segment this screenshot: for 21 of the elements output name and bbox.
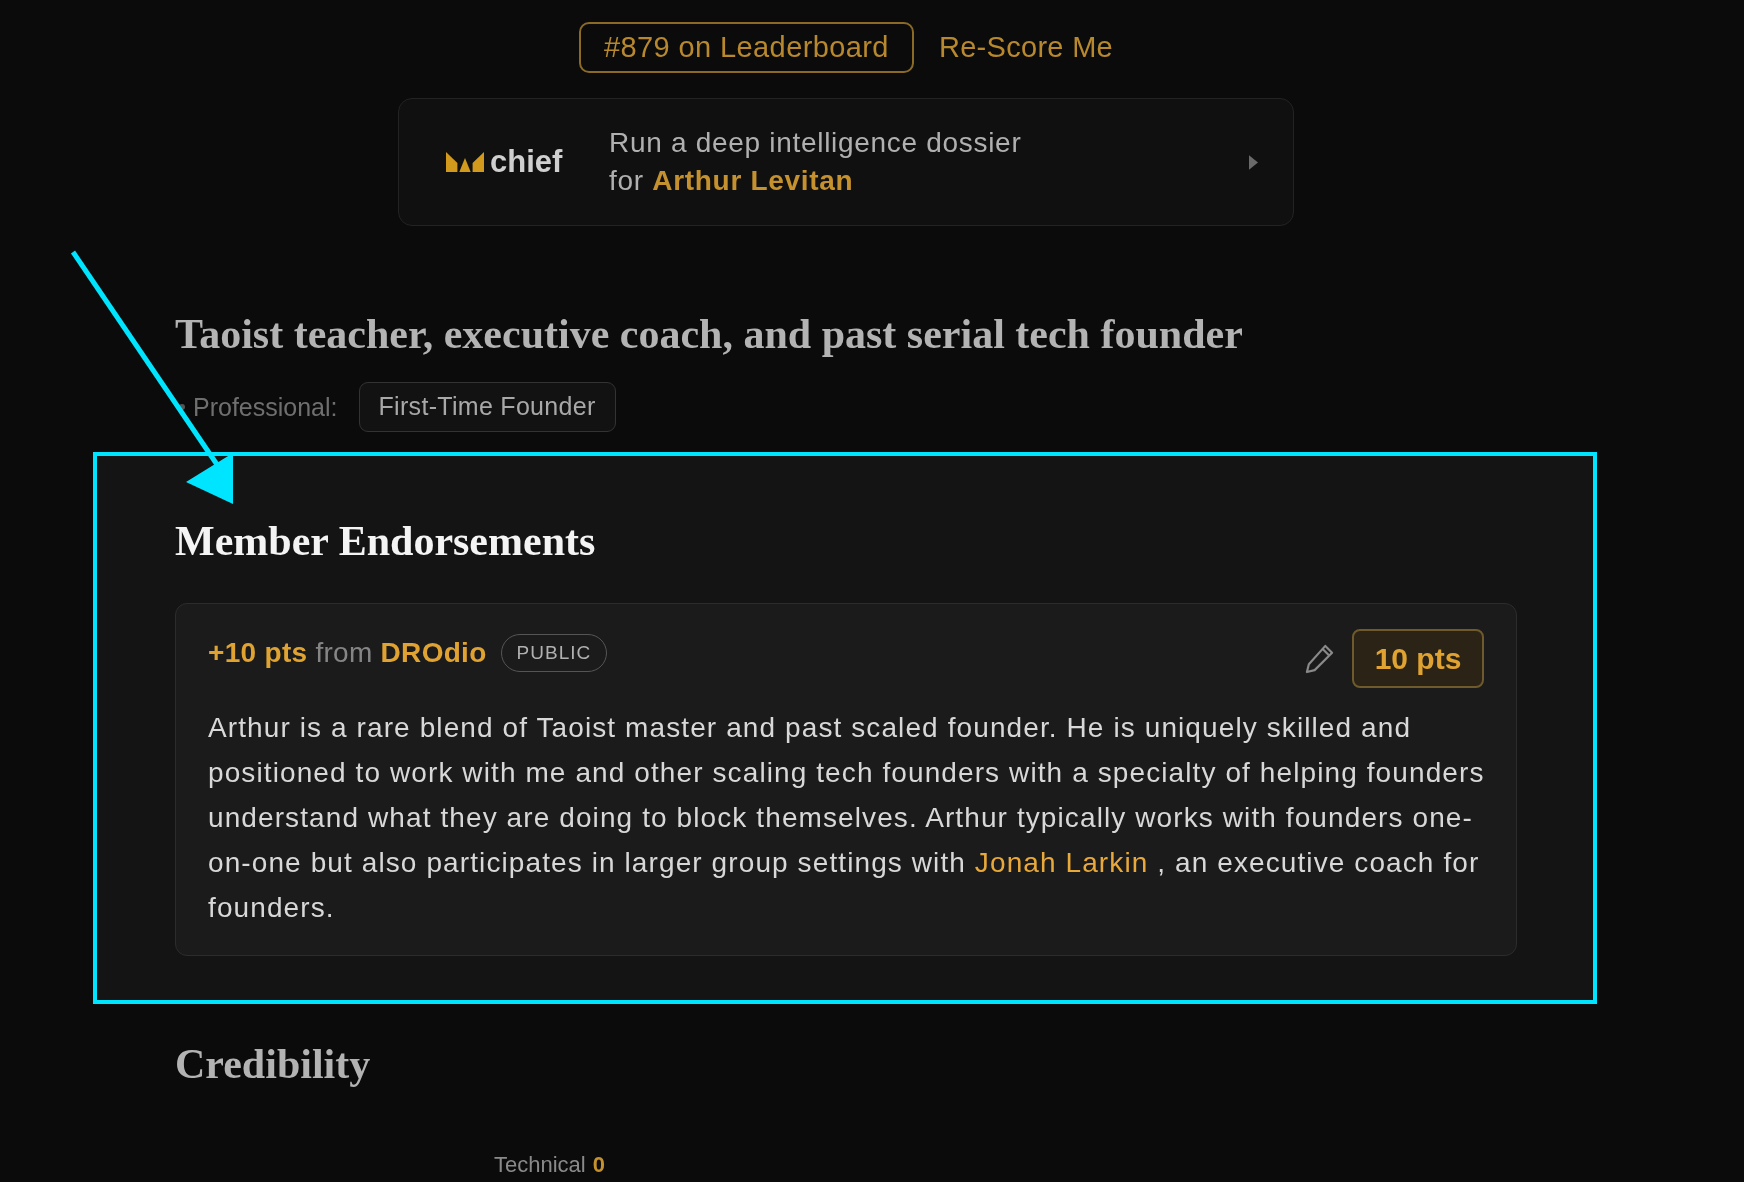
headline: Taoist teacher, executive coach, and past serial tech founder [175,310,1244,358]
author-link[interactable]: DROdio [380,636,487,668]
dossier-card[interactable]: chief Run a deep intelligence dossier for Arthur Levitan [398,98,1294,226]
tag-chip: First-Time Founder [358,382,616,432]
tag-category: Professional: [193,392,338,422]
score-label: Technical [494,1152,586,1178]
pencil-icon[interactable] [1304,643,1335,674]
section-title: Credibility [175,1040,372,1088]
score-value: 0 [592,1152,605,1178]
rescore-link[interactable]: Re-Score Me [938,31,1114,64]
section-title: Member Endorsements [175,517,597,565]
bullet-icon [179,404,185,410]
brand-name: chief [490,145,563,179]
endorsement-summary: +10 pts from DROdio [208,636,487,669]
dossier-text: Run a deep intelligence dossier for Arthur Levitan [609,126,1023,198]
person-link[interactable]: Jonah Larkin [974,847,1149,878]
points-button[interactable]: 10 pts [1352,629,1484,688]
leaderboard-rank-button[interactable]: #879 on Leaderboard [578,22,914,73]
caret-icon [1249,154,1258,170]
endorsement-text: Arthur is a rare blend of Taoist master and past scaled founder. He is uniquely skilled and positioned to work with me and other scaling tech founders with a specialty of helping founders understand what they are doing to block themselves. Arthur typically works with founders one-on-one but also participates in larger group settings with Jonah Larkin , an executive coach for founders. [208,711,1486,925]
crown-icon [446,152,484,172]
